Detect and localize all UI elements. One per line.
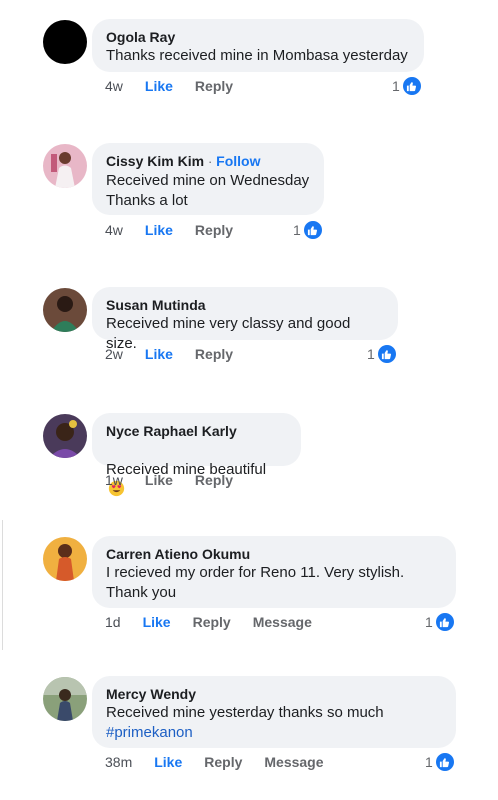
avatar[interactable]	[43, 288, 87, 332]
message-button[interactable]: Message	[253, 614, 312, 630]
comment-actions: 4w Like Reply	[105, 78, 255, 94]
reaction-count[interactable]: 1	[367, 344, 397, 364]
avatar[interactable]	[43, 414, 87, 458]
reply-button[interactable]: Reply	[195, 472, 233, 488]
reaction-number: 1	[425, 754, 433, 770]
comment-text: Received mine on Wednesday Thanks a lot	[106, 172, 310, 209]
reply-button[interactable]: Reply	[195, 222, 233, 238]
comment-actions: 38m Like Reply Message	[105, 754, 346, 770]
comment-actions: 2w Like Reply	[105, 346, 255, 362]
comment-text: Received mine yesterday thanks so much	[106, 704, 384, 721]
comment-text: I recieved my order for Reno 11. Very st…	[106, 564, 405, 601]
comment-bubble: Cissy Kim Kim · Follow Received mine on …	[92, 143, 324, 215]
thumbs-up-icon	[401, 76, 422, 96]
like-button[interactable]: Like	[145, 346, 173, 362]
reaction-number: 1	[293, 222, 301, 238]
commenter-name[interactable]: Ogola Ray	[106, 28, 410, 46]
reaction-count[interactable]: 1	[425, 752, 455, 772]
comment-bubble: Nyce Raphael Karly Received mine beautif…	[92, 413, 301, 497]
reply-button[interactable]: Reply	[195, 346, 233, 362]
avatar[interactable]	[43, 677, 87, 721]
reply-button[interactable]: Reply	[195, 78, 233, 94]
reply-button[interactable]: Reply	[193, 614, 231, 630]
reaction-count[interactable]: 1	[425, 612, 455, 632]
commenter-name[interactable]: Mercy Wendy	[106, 685, 442, 703]
avatar[interactable]	[43, 20, 87, 64]
comment-time[interactable]: 1d	[105, 614, 121, 630]
like-button[interactable]: Like	[145, 222, 173, 238]
follow-button[interactable]: Follow	[216, 153, 260, 169]
commenter-name[interactable]: Cissy Kim Kim	[106, 153, 204, 169]
comment-time[interactable]: 1w	[105, 472, 123, 488]
comment-bubble: Ogola Ray Thanks received mine in Mombas…	[92, 19, 424, 72]
message-button[interactable]: Message	[264, 754, 323, 770]
reaction-count[interactable]: 1	[293, 220, 323, 240]
like-button[interactable]: Like	[145, 472, 173, 488]
thumbs-up-icon	[434, 752, 455, 772]
reaction-number: 1	[425, 614, 433, 630]
hashtag-link[interactable]: #primekanon	[106, 723, 442, 743]
separator-dot: ·	[207, 154, 213, 169]
reaction-number: 1	[367, 346, 375, 362]
like-button[interactable]: Like	[143, 614, 171, 630]
comment-actions: 1w Like Reply	[105, 472, 255, 488]
avatar[interactable]	[43, 537, 87, 581]
reaction-count[interactable]: 1	[392, 76, 422, 96]
comment-actions: 4w Like Reply	[105, 222, 255, 238]
reaction-number: 1	[392, 78, 400, 94]
thumbs-up-icon	[376, 344, 397, 364]
thread-divider	[2, 520, 3, 650]
comment-bubble: Mercy Wendy Received mine yesterday than…	[92, 676, 456, 748]
commenter-name[interactable]: Susan Mutinda	[106, 296, 384, 314]
commenter-name[interactable]: Nyce Raphael Karly	[106, 422, 287, 440]
comment-time[interactable]: 4w	[105, 222, 123, 238]
comment-time[interactable]: 4w	[105, 78, 123, 94]
comment-bubble: Carren Atieno Okumu I recieved my order …	[92, 536, 456, 608]
commenter-name[interactable]: Carren Atieno Okumu	[106, 545, 442, 563]
comment-time[interactable]: 2w	[105, 346, 123, 362]
thumbs-up-icon	[434, 612, 455, 632]
comment-actions: 1d Like Reply Message	[105, 614, 334, 630]
thumbs-up-icon	[302, 220, 323, 240]
like-button[interactable]: Like	[145, 78, 173, 94]
like-button[interactable]: Like	[154, 754, 182, 770]
reply-button[interactable]: Reply	[204, 754, 242, 770]
comment-bubble: Susan Mutinda Received mine very classy …	[92, 287, 398, 352]
avatar[interactable]	[43, 144, 87, 188]
comment-time[interactable]: 38m	[105, 754, 132, 770]
comment-text: Thanks received mine in Mombasa yesterda…	[106, 47, 408, 64]
